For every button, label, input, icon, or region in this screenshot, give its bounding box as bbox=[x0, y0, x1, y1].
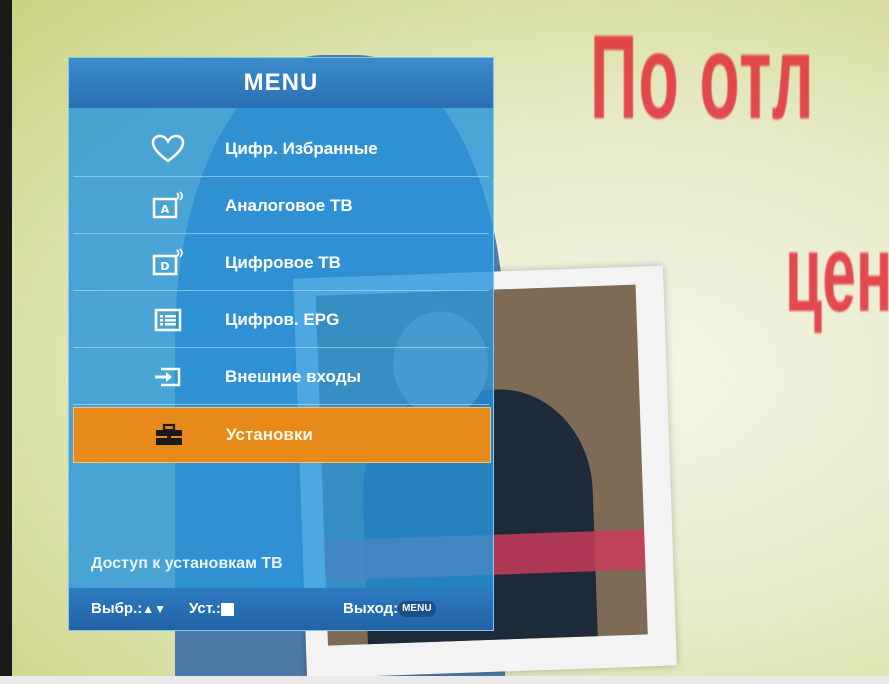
footer-set-label: Уст.: bbox=[189, 600, 221, 617]
main-menu: MENU Цифр. Избранные A Аналоговое ТВ D Ц… bbox=[68, 57, 494, 631]
menu-description: Доступ к установкам ТВ bbox=[91, 555, 283, 572]
menu-item-analog-tv[interactable]: A Аналоговое ТВ bbox=[73, 179, 489, 234]
footer-select-hint: Выбр.:▲▼ bbox=[91, 588, 166, 630]
menu-item-label: Цифров. EPG bbox=[225, 310, 340, 329]
svg-text:A: A bbox=[161, 203, 170, 216]
epg-list-icon bbox=[151, 305, 185, 335]
input-source-icon bbox=[151, 362, 185, 392]
footer-exit-hint: Выход: MENU bbox=[343, 588, 436, 630]
menu-key-icon: MENU bbox=[398, 601, 436, 618]
menu-item-label: Цифровое ТВ bbox=[225, 253, 341, 272]
heart-icon bbox=[151, 134, 185, 164]
menu-title: MENU bbox=[243, 69, 319, 96]
background-banner-line-2: цен bbox=[785, 212, 889, 335]
menu-item-label: Аналоговое ТВ bbox=[225, 196, 353, 215]
menu-item-settings[interactable]: Установки bbox=[73, 407, 491, 463]
ok-key-icon bbox=[220, 602, 234, 616]
footer-set-hint: Уст.: bbox=[189, 588, 234, 630]
menu-footer: Выбр.:▲▼ Уст.: Выход: MENU bbox=[69, 588, 493, 630]
menu-item-epg[interactable]: Цифров. EPG bbox=[73, 293, 489, 348]
menu-item-label: Внешние входы bbox=[225, 367, 362, 386]
footer-exit-label: Выход: bbox=[343, 600, 399, 617]
toolbox-icon bbox=[152, 420, 186, 450]
menu-item-digital-tv[interactable]: D Цифровое ТВ bbox=[73, 236, 489, 291]
footer-select-label: Выбр.: bbox=[91, 600, 143, 617]
menu-item-label: Цифр. Избранные bbox=[225, 139, 378, 158]
up-down-arrows-icon: ▲▼ bbox=[142, 602, 166, 617]
svg-text:D: D bbox=[160, 260, 169, 273]
digital-tv-icon: D bbox=[151, 248, 185, 278]
screen-bezel-left bbox=[0, 0, 12, 684]
tv-screen: По отл цен MENU Цифр. Избранные A Аналог… bbox=[0, 0, 889, 684]
background-banner-line-1: По отл bbox=[590, 10, 815, 144]
menu-item-favorites[interactable]: Цифр. Избранные bbox=[73, 122, 489, 177]
menu-item-external-inputs[interactable]: Внешние входы bbox=[73, 350, 489, 405]
menu-item-label: Установки bbox=[226, 425, 313, 444]
analog-tv-icon: A bbox=[151, 191, 185, 221]
menu-header: MENU bbox=[69, 58, 493, 108]
screen-bezel-bottom bbox=[0, 676, 889, 684]
